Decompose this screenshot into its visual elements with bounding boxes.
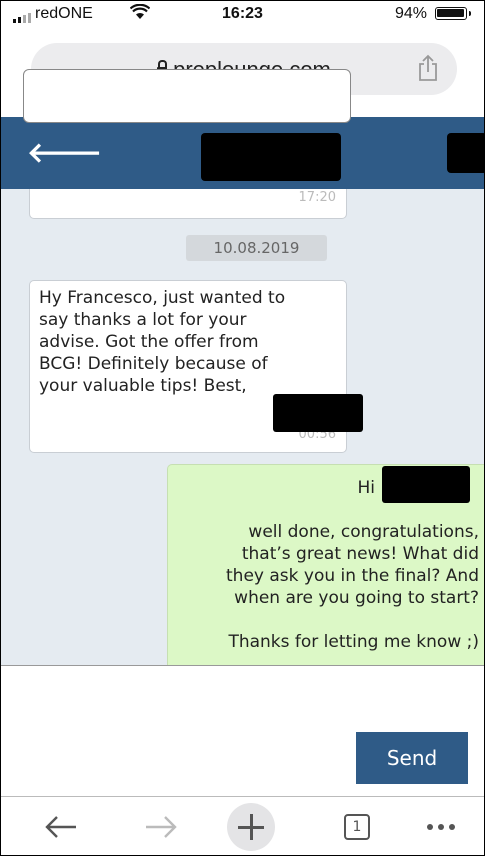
browser-toolbar: 1 [1, 796, 484, 855]
send-button[interactable]: Send [356, 732, 468, 784]
back-arrow-icon[interactable]: 🡐 [27, 139, 102, 167]
outgoing-message-text: well done, congratulations, that’s great… [226, 522, 479, 652]
tabs-icon: 1 [344, 814, 370, 840]
chat-thread[interactable]: 17:20 10.08.2019 Hy Francesco, just want… [1, 189, 484, 665]
battery-icon [435, 7, 471, 20]
incoming-message-bubble: Hy Francesco, just wanted to say thanks … [29, 280, 363, 453]
redacted-recipient-name [382, 466, 470, 503]
outgoing-message-bubble: Hi well done, congratulations, that’s gr… [167, 464, 484, 665]
forward-icon [146, 816, 177, 838]
redacted-sender-name [273, 394, 363, 432]
redacted-contact-name [201, 133, 341, 181]
share-icon[interactable] [417, 54, 439, 82]
new-tab-button[interactable] [221, 797, 281, 855]
date-divider: 10.08.2019 [186, 235, 327, 261]
message-input[interactable] [23, 69, 351, 123]
message-timestamp: 17:20 [298, 190, 336, 205]
more-icon [427, 824, 455, 830]
browser-forward-button[interactable] [131, 797, 191, 855]
status-bar: redONE 16:23 94% [1, 1, 484, 25]
previous-message-bubble: 17:20 [29, 189, 347, 219]
phone-screen: redONE 16:23 94% preplounge.com 🡐 17:20 … [0, 0, 485, 856]
outgoing-greeting: Hi [357, 478, 375, 498]
tabs-button[interactable]: 1 [327, 797, 387, 855]
back-icon [45, 816, 76, 838]
more-menu-button[interactable] [411, 797, 471, 855]
battery-percent: 94% [395, 5, 428, 22]
redacted-header-item [447, 133, 484, 173]
chat-header: 🡐 [1, 117, 484, 189]
plus-icon [227, 803, 275, 851]
incoming-message-text: Hy Francesco, just wanted to say thanks … [39, 288, 286, 396]
browser-back-button[interactable] [31, 797, 91, 855]
